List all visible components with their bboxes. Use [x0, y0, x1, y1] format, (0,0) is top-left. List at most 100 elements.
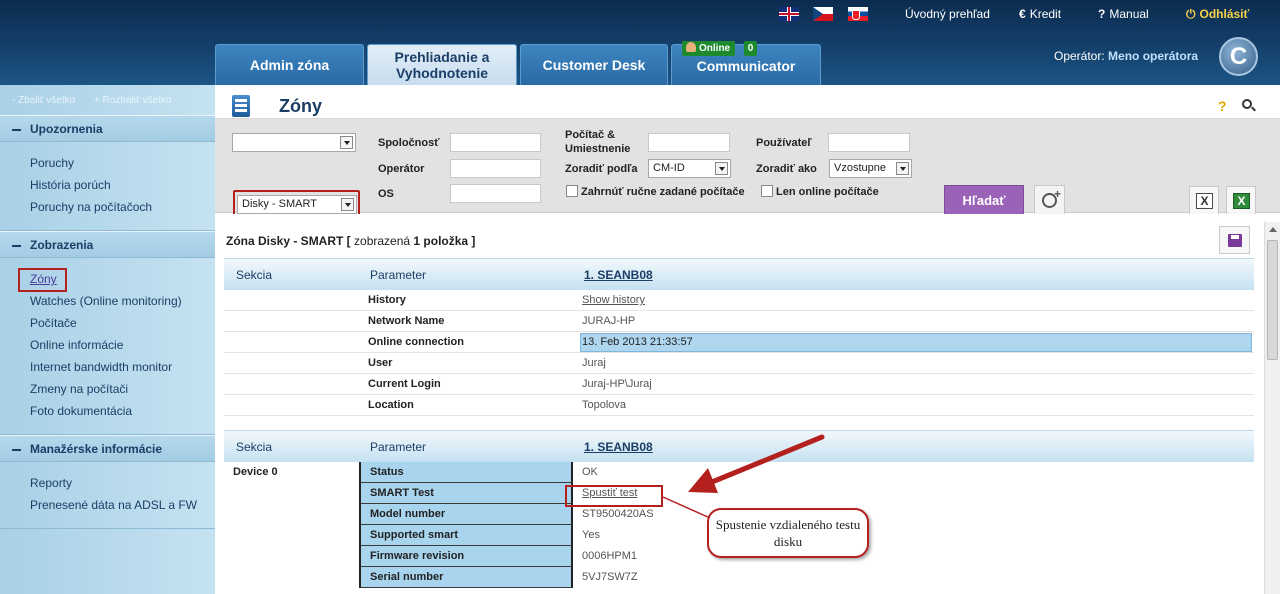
header-computer-link[interactable]: 1. SEANB08 [584, 440, 653, 454]
sidebar-item-poruchy[interactable]: Poruchy [30, 152, 215, 174]
header-section: Sekcia [236, 268, 273, 282]
user-icon [686, 42, 696, 52]
sidebar-item-poruchy-na-pocitacoch[interactable]: Poruchy na počítačoch [30, 196, 215, 218]
tab-admin-zone[interactable]: Admin zóna [215, 44, 364, 85]
sidebar-section-upozornenia[interactable]: Upozornenia [0, 115, 215, 142]
sidebar-section-manazerske[interactable]: Manažérske informácie [0, 435, 215, 462]
search-button[interactable]: Hľadať [944, 185, 1024, 215]
sidebar-item-online-informacie[interactable]: Online informácie [30, 334, 215, 356]
xls-export-icon[interactable]: X [1189, 186, 1219, 215]
tab-customer-desk[interactable]: Customer Desk [520, 44, 668, 85]
app-logo: C [1219, 37, 1258, 76]
os-input[interactable] [450, 184, 541, 203]
vertical-scrollbar[interactable] [1264, 222, 1280, 594]
result-summary: Zóna Disky - SMART [ zobrazená 1 položka… [226, 234, 475, 248]
computer-location-input[interactable] [648, 133, 730, 152]
table-row: Location Topolova [224, 395, 1254, 416]
top-header: Úvodný prehľad € Kredit ? Manual ⏻ Odhlásiť… [0, 0, 1280, 85]
sidebar-item-pocitace[interactable]: Počítače [30, 312, 215, 334]
credit-label: Kredit [1029, 7, 1062, 21]
excel-icon[interactable]: X [1226, 186, 1256, 215]
expand-all-link[interactable]: + Rozbaliť všetko [94, 95, 171, 106]
sidebar-toggles: - Zbaliť všetko + Rozbaliť všetko [0, 85, 215, 115]
param-value: Topolova [582, 399, 627, 411]
table-row: History Show history [224, 290, 1254, 311]
include-manual-label: Zahrnúť ručne zadané počítače [581, 186, 745, 198]
czech-flag-icon[interactable] [813, 7, 833, 21]
sidebar-item-zony-wrap: Zóny [18, 268, 215, 292]
param-value: OK [582, 466, 598, 478]
table-row: User Juraj [224, 353, 1254, 374]
table-row: Current Login Juraj-HP\Juraj [224, 374, 1254, 395]
sidebar-item-reporty[interactable]: Reporty [30, 472, 215, 494]
user-filter-label: Používateľ [756, 137, 812, 149]
only-online-label: Len online počítače [776, 186, 879, 198]
header-computer-link[interactable]: 1. SEANB08 [584, 268, 653, 282]
scrollbar-thumb[interactable] [1267, 240, 1278, 360]
chevron-down-icon [340, 136, 353, 149]
param-name: Online connection [368, 336, 464, 348]
include-manual-checkbox[interactable] [566, 185, 578, 197]
advanced-search-icon[interactable] [1034, 185, 1065, 215]
sidebar-item-prenesene-data[interactable]: Prenesené dáta na ADSL a FW [30, 494, 215, 516]
collapse-all-link[interactable]: - Zbaliť všetko [12, 95, 75, 106]
summary-suffix: položka ] [420, 234, 476, 248]
uk-flag-icon[interactable] [779, 7, 799, 21]
sort-as-label: Zoradiť ako [756, 163, 817, 175]
param-value: 5VJ7SW7Z [582, 571, 638, 583]
sort-as-value: Vzostupne [834, 162, 886, 174]
sort-by-select[interactable]: CM-ID [648, 159, 731, 178]
logout-link[interactable]: ⏻ Odhlásiť [1186, 7, 1249, 22]
annotation-highlight-box [565, 485, 663, 507]
sidebar-item-historia-poruch[interactable]: História porúch [30, 174, 215, 196]
question-icon: ? [1098, 7, 1106, 21]
sidebar-item-bandwidth-monitor[interactable]: Internet bandwidth monitor [30, 356, 215, 378]
company-input[interactable] [450, 133, 541, 152]
online-label: Online [699, 43, 731, 54]
sidebar-item-watches[interactable]: Watches (Online monitoring) [30, 290, 215, 312]
online-count-badge: 0 [744, 41, 757, 56]
table-row: Serial number 5VJ7SW7Z [224, 567, 1254, 588]
sidebar-section-zobrazenia[interactable]: Zobrazenia [0, 231, 215, 258]
tab-browse-evaluate[interactable]: Prehliadanie a Vyhodnotenie [367, 44, 517, 85]
page-title-bar: Zóny ? [215, 85, 1280, 119]
table-row: Online connection 13. Feb 2013 21:33:57 [224, 332, 1254, 353]
os-label: OS [378, 188, 394, 200]
param-name: Supported smart [359, 525, 573, 546]
param-value: JURAJ-HP [582, 315, 636, 327]
section-title: Manažérske informácie [30, 442, 163, 456]
sort-as-select[interactable]: Vzostupne [829, 159, 912, 178]
annotation-callout: Spustenie vzdialeného testu disku [707, 508, 869, 558]
power-icon: ⏻ [1186, 7, 1196, 21]
scroll-up-icon[interactable] [1269, 227, 1277, 232]
header-section: Sekcia [236, 440, 273, 454]
operator-name[interactable]: Meno operátora [1108, 49, 1198, 63]
page-title: Zóny [279, 96, 322, 116]
slovak-flag-icon[interactable] [848, 7, 868, 21]
computer-location-label: Počítač & Umiestnenie [565, 129, 631, 155]
save-icon[interactable] [1219, 226, 1250, 254]
zone-select[interactable]: Disky - SMART [237, 195, 357, 214]
param-name: Current Login [368, 378, 441, 390]
operator-input[interactable] [450, 159, 541, 178]
sidebar-item-foto-dokumentacia[interactable]: Foto dokumentácia [30, 400, 215, 422]
sidebar-item-zony[interactable]: Zóny [18, 268, 67, 292]
param-name: SMART Test [359, 483, 573, 504]
credit-link[interactable]: € Kredit [1019, 7, 1061, 21]
operator-label: Operátor: [1054, 49, 1105, 63]
manual-link[interactable]: ? Manual [1098, 7, 1149, 21]
info-table: Sekcia Parameter 1. SEANB08 History Show … [224, 258, 1254, 416]
zone-group-select[interactable] [232, 133, 356, 152]
sidebar: - Zbaliť všetko + Rozbaliť všetko Upozor… [0, 85, 215, 594]
show-history-link[interactable]: Show history [582, 294, 645, 306]
only-online-checkbox[interactable] [761, 185, 773, 197]
device-label: Device 0 [233, 466, 278, 478]
sidebar-item-zmeny-na-pocitaci[interactable]: Zmeny na počítači [30, 378, 215, 400]
user-input[interactable] [828, 133, 910, 152]
param-name: Network Name [368, 315, 445, 327]
overview-link[interactable]: Úvodný prehľad [905, 7, 990, 21]
search-icon[interactable] [1242, 99, 1252, 109]
param-value: Juraj [582, 357, 606, 369]
header-parameter: Parameter [370, 268, 427, 282]
help-icon[interactable]: ? [1218, 98, 1227, 114]
